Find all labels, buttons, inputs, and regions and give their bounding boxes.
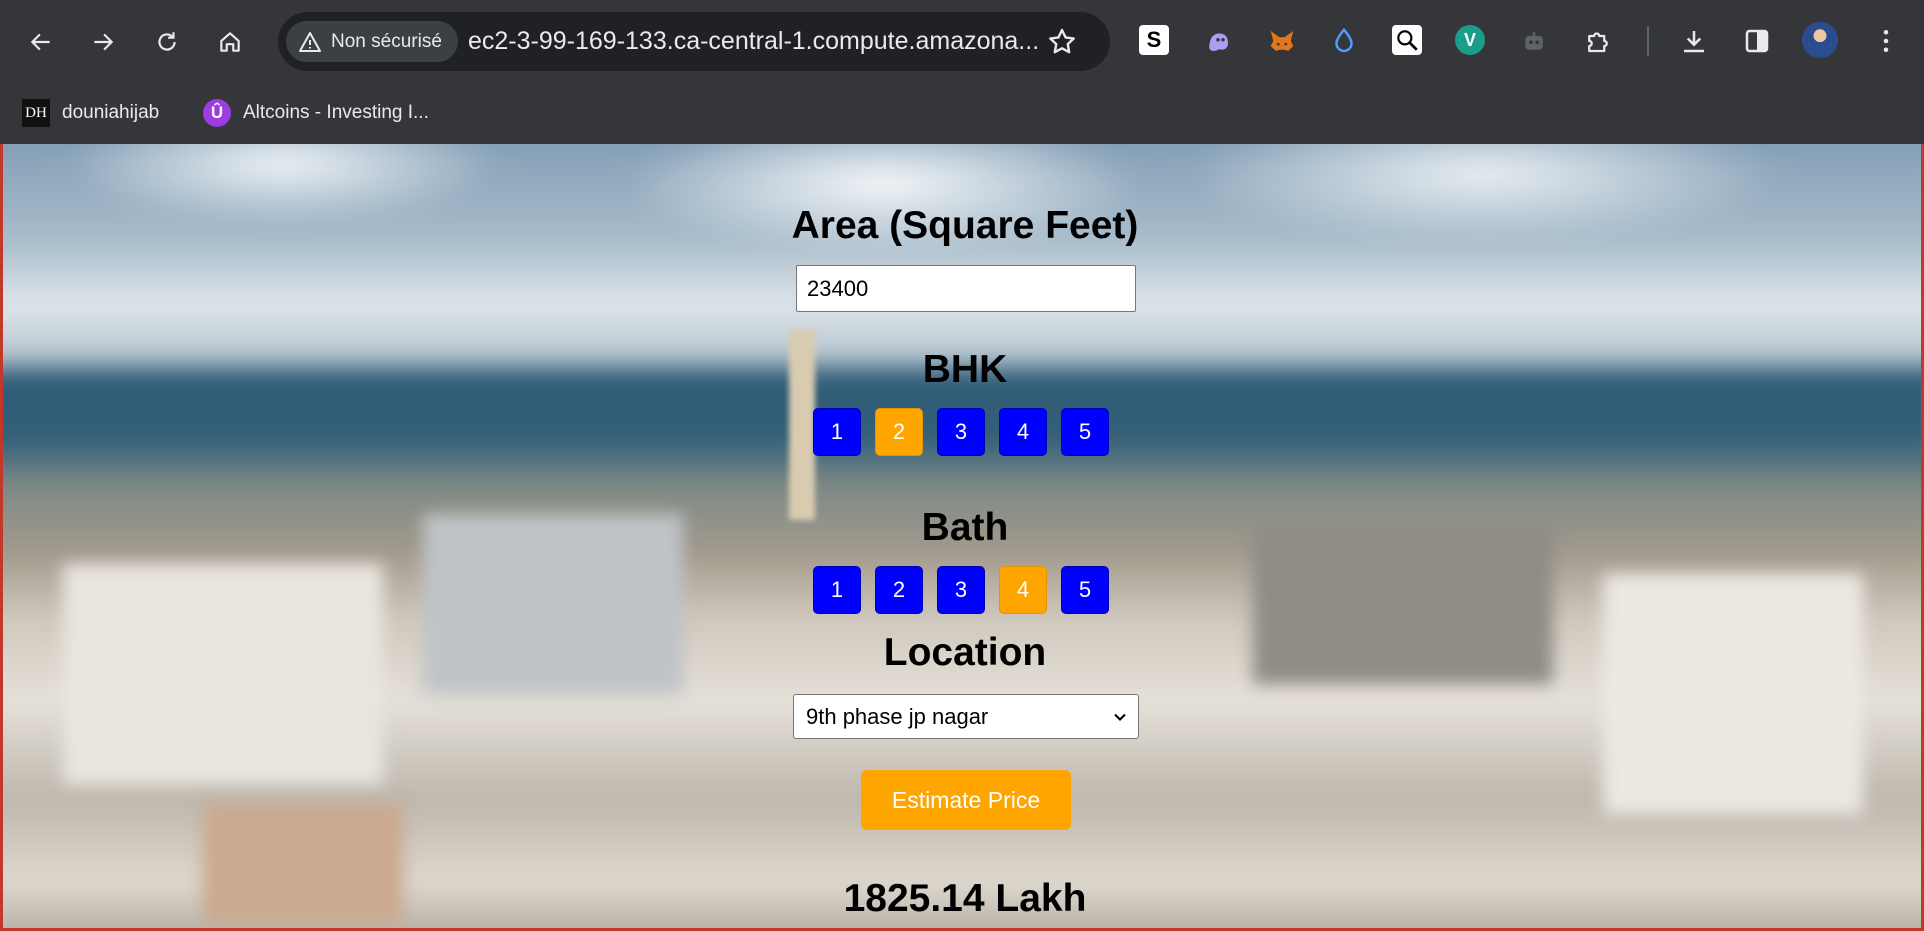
puzzle-extensions-icon[interactable] (1582, 25, 1614, 57)
s-extension-icon[interactable]: S (1139, 25, 1169, 55)
robot-extension-icon[interactable] (1518, 25, 1550, 57)
address-bar[interactable]: Non sécurisé ec2-3-99-169-133.ca-central… (278, 12, 1110, 71)
location-select[interactable]: 9th phase jp nagar (793, 694, 1139, 739)
bookmark-label: Altcoins - Investing I... (243, 102, 429, 123)
toolbar-divider (1647, 26, 1649, 56)
estimated-price-result: 1825.14 Lakh (843, 877, 1087, 920)
browser-toolbar: Non sécurisé ec2-3-99-169-133.ca-central… (0, 0, 1924, 82)
bhk-option-3[interactable]: 3 (937, 408, 985, 456)
profile-avatar[interactable] (1802, 22, 1838, 58)
ghost-extension-icon[interactable] (1202, 25, 1234, 57)
reload-icon (158, 32, 176, 51)
side-panel-icon[interactable] (1741, 25, 1773, 57)
magnifier-extension-icon[interactable] (1392, 25, 1422, 55)
v-extension-icon[interactable]: V (1455, 25, 1485, 55)
bath-label: Bath (921, 506, 1009, 549)
bhk-label: BHK (922, 348, 1008, 391)
home-icon (220, 32, 240, 52)
area-input[interactable]: 23400 (796, 265, 1136, 312)
security-label: Non sécurisé (331, 30, 442, 52)
page-viewport: Area (Square Feet) 23400 BHK 1 2 3 4 5 B… (0, 144, 1924, 931)
bhk-option-5[interactable]: 5 (1061, 408, 1109, 456)
estimate-price-button[interactable]: Estimate Price (861, 770, 1071, 830)
bath-option-4[interactable]: 4 (999, 566, 1047, 614)
chevron-down-icon (1114, 713, 1126, 721)
bookmarks-bar: DH douniahijab Û Altcoins - Investing I.… (0, 82, 1924, 144)
forward-button[interactable] (81, 20, 125, 64)
u-favicon-icon: Û (203, 99, 231, 127)
reload-button[interactable] (145, 20, 189, 64)
bookmark-douniahijab[interactable]: DH douniahijab (22, 96, 159, 130)
bath-option-3[interactable]: 3 (937, 566, 985, 614)
back-button[interactable] (19, 20, 63, 64)
bath-option-2[interactable]: 2 (875, 566, 923, 614)
dh-favicon-icon: DH (22, 99, 50, 127)
bath-option-5[interactable]: 5 (1061, 566, 1109, 614)
security-chip[interactable]: Non sécurisé (286, 21, 458, 62)
bhk-option-1[interactable]: 1 (813, 408, 861, 456)
bhk-option-4[interactable]: 4 (999, 408, 1047, 456)
bhk-option-2[interactable]: 2 (875, 408, 923, 456)
bath-options: 1 2 3 4 5 (813, 566, 1109, 614)
bookmark-label: douniahijab (62, 102, 160, 123)
metamask-fox-icon[interactable] (1266, 25, 1298, 57)
location-selected-value: 9th phase jp nagar (806, 704, 989, 729)
back-arrow-icon (30, 33, 50, 51)
bookmark-star-icon[interactable] (1046, 26, 1078, 58)
location-label: Location (883, 631, 1047, 674)
price-estimator-form: Area (Square Feet) 23400 BHK 1 2 3 4 5 B… (3, 144, 1921, 928)
droplet-extension-icon[interactable] (1328, 25, 1360, 57)
bookmark-altcoins[interactable]: Û Altcoins - Investing I... (203, 96, 429, 130)
forward-arrow-icon (94, 33, 114, 51)
download-icon[interactable] (1678, 25, 1710, 57)
bath-option-1[interactable]: 1 (813, 566, 861, 614)
home-button[interactable] (208, 20, 252, 64)
warning-triangle-icon (299, 31, 321, 52)
menu-kebab-icon[interactable] (1870, 25, 1902, 57)
bhk-options: 1 2 3 4 5 (813, 408, 1109, 456)
area-label: Area (Square Feet) (791, 204, 1139, 247)
url-text[interactable]: ec2-3-99-169-133.ca-central-1.compute.am… (468, 27, 1316, 56)
